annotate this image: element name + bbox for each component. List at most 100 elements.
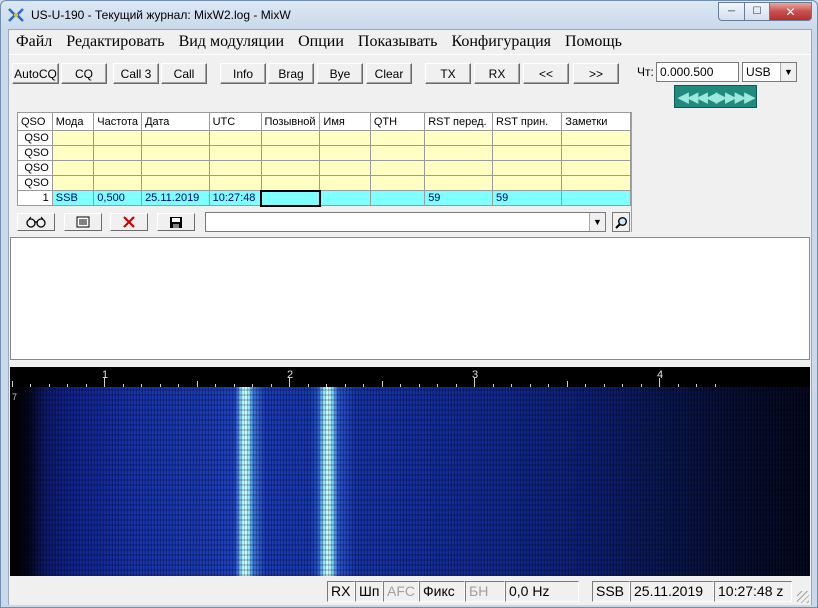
menu-edit[interactable]: Редактировать bbox=[59, 30, 171, 54]
col-rst-rcvd[interactable]: RST прин. bbox=[492, 112, 563, 131]
waterfall-display[interactable]: 1 2 3 4 7 bbox=[10, 367, 810, 576]
maximize-button[interactable]: ☐ bbox=[744, 2, 769, 21]
col-qth[interactable]: QTH bbox=[369, 112, 426, 131]
col-rst-sent[interactable]: RST перед. bbox=[424, 112, 494, 131]
cur-utc[interactable]: 10:27:48 bbox=[208, 190, 262, 206]
title-bar[interactable]: US-U-190 - Текущий журнал: MixW2.log - M… bbox=[1, 1, 817, 29]
scale-label-2: 2 bbox=[287, 369, 294, 381]
next-button[interactable]: >> bbox=[573, 63, 619, 84]
col-date[interactable]: Дата bbox=[141, 112, 210, 131]
status-date: 25.11.2019 bbox=[630, 581, 714, 602]
callsign-history-combo[interactable]: ▼ bbox=[205, 212, 606, 232]
cur-mode[interactable]: SSB bbox=[51, 190, 95, 206]
frequency-scale[interactable]: 1 2 3 4 bbox=[10, 367, 810, 387]
menu-file[interactable]: Файл bbox=[9, 30, 59, 54]
menu-configuration[interactable]: Конфигурация bbox=[444, 30, 558, 54]
menu-options[interactable]: Опции bbox=[291, 30, 351, 54]
status-time: 10:27:48 z bbox=[714, 581, 792, 602]
maximize-icon: ☐ bbox=[752, 6, 762, 17]
tune-arrows-control[interactable]: ◀◀◀◀ ▶▶▶▶ bbox=[674, 85, 757, 108]
arrows-left-icon: ◀◀◀◀ bbox=[677, 88, 717, 106]
cur-freq[interactable]: 0,500 bbox=[93, 190, 143, 206]
info-button[interactable]: Info bbox=[220, 63, 266, 84]
brag-button[interactable]: Brag bbox=[268, 63, 314, 84]
waterfall-noise bbox=[10, 387, 810, 576]
waterfall-edge bbox=[10, 387, 44, 576]
menu-help[interactable]: Помощь bbox=[558, 30, 629, 54]
rx-button[interactable]: RX bbox=[474, 63, 520, 84]
close-button[interactable]: ✕ bbox=[769, 2, 812, 21]
status-bn[interactable]: БН bbox=[465, 581, 505, 602]
save-button[interactable] bbox=[157, 213, 195, 231]
minimize-button[interactable]: ─ bbox=[718, 2, 744, 21]
close-icon: ✕ bbox=[785, 4, 796, 19]
log-entry-button[interactable] bbox=[64, 213, 102, 231]
prev-button[interactable]: << bbox=[523, 63, 569, 84]
main-window: US-U-190 - Текущий журнал: MixW2.log - M… bbox=[0, 0, 818, 608]
col-call[interactable]: Позывной bbox=[260, 112, 321, 131]
search-button[interactable] bbox=[612, 212, 630, 232]
frequency-input[interactable]: 0.000.500 bbox=[656, 62, 739, 82]
cur-qth[interactable] bbox=[369, 190, 426, 206]
cur-name[interactable] bbox=[319, 190, 371, 206]
status-offset: 0,0 Hz bbox=[505, 581, 579, 602]
binoculars-icon bbox=[26, 216, 46, 228]
log-area: QSO Мода Частота Дата UTC Позывной Имя Q… bbox=[9, 112, 631, 210]
status-mode[interactable]: SSB bbox=[592, 581, 630, 602]
scale-label-1: 1 bbox=[102, 369, 109, 381]
minimize-icon: ─ bbox=[727, 6, 736, 17]
status-squelch[interactable]: Шп bbox=[355, 581, 383, 602]
scale-tick bbox=[474, 378, 475, 387]
log-header-row: QSO Мода Частота Дата UTC Позывной Имя Q… bbox=[17, 112, 631, 131]
tx-button[interactable]: TX bbox=[425, 63, 471, 84]
clear-button[interactable]: Clear bbox=[366, 63, 412, 84]
qso-label: QSO bbox=[17, 145, 53, 161]
status-rx[interactable]: RX bbox=[327, 581, 355, 602]
receive-text-pane[interactable] bbox=[10, 237, 810, 360]
qso-label: QSO bbox=[17, 175, 53, 191]
table-row[interactable]: QSO bbox=[17, 130, 631, 146]
qso-label: QSO bbox=[17, 160, 53, 176]
right-panel bbox=[631, 112, 811, 232]
client-area: Файл Редактировать Вид модуляции Опции П… bbox=[8, 29, 812, 605]
scale-tick bbox=[104, 378, 105, 387]
cq-button[interactable]: CQ bbox=[61, 63, 107, 84]
lookup-button[interactable] bbox=[17, 213, 55, 231]
menu-mode[interactable]: Вид модуляции bbox=[172, 30, 292, 54]
cur-rst-rcvd[interactable]: 59 bbox=[492, 190, 563, 206]
call-button[interactable]: Call bbox=[161, 63, 207, 84]
cur-callsign-input[interactable] bbox=[260, 189, 321, 207]
call3-button[interactable]: Call 3 bbox=[113, 63, 159, 84]
cur-date[interactable]: 25.11.2019 bbox=[141, 190, 210, 206]
cur-rst-sent[interactable]: 59 bbox=[424, 190, 494, 206]
scale-tick bbox=[659, 378, 660, 387]
col-mode[interactable]: Мода bbox=[51, 112, 95, 131]
scale-label-4: 4 bbox=[657, 369, 664, 381]
mode-select[interactable]: USB ▼ bbox=[742, 62, 797, 82]
chevron-down-icon: ▼ bbox=[589, 213, 605, 231]
delete-button[interactable] bbox=[110, 213, 148, 231]
status-afc[interactable]: AFC bbox=[383, 581, 419, 602]
col-freq[interactable]: Частота bbox=[93, 112, 143, 131]
table-row[interactable]: QSO bbox=[17, 145, 631, 161]
resize-grip-icon[interactable] bbox=[797, 591, 809, 603]
col-notes[interactable]: Заметки bbox=[561, 112, 631, 131]
table-row[interactable]: QSO bbox=[17, 175, 631, 191]
mixw-app-icon bbox=[8, 8, 24, 22]
autocq-button[interactable]: AutoCQ bbox=[12, 63, 59, 84]
cur-notes[interactable] bbox=[561, 190, 631, 206]
qso-number: 1 bbox=[17, 190, 53, 206]
qso-log-table: QSO Мода Частота Дата UTC Позывной Имя Q… bbox=[17, 112, 631, 207]
status-fix[interactable]: Фикс bbox=[419, 581, 465, 602]
col-name[interactable]: Имя bbox=[319, 112, 371, 131]
mode-select-value: USB bbox=[746, 65, 771, 79]
freq-label: Чт: bbox=[637, 65, 654, 79]
col-utc[interactable]: UTC bbox=[208, 112, 262, 131]
arrows-right-icon: ▶▶▶▶ bbox=[715, 88, 756, 106]
menu-view[interactable]: Показывать bbox=[351, 30, 445, 54]
current-qso-row[interactable]: 1 SSB 0,500 25.11.2019 10:27:48 59 59 bbox=[17, 189, 631, 207]
status-bar: RX Шп AFC Фикс БН 0,0 Hz SSB 25.11.2019 … bbox=[9, 578, 811, 605]
table-row[interactable]: QSO bbox=[17, 160, 631, 176]
col-qso[interactable]: QSO bbox=[17, 112, 53, 131]
bye-button[interactable]: Bye bbox=[317, 63, 363, 84]
